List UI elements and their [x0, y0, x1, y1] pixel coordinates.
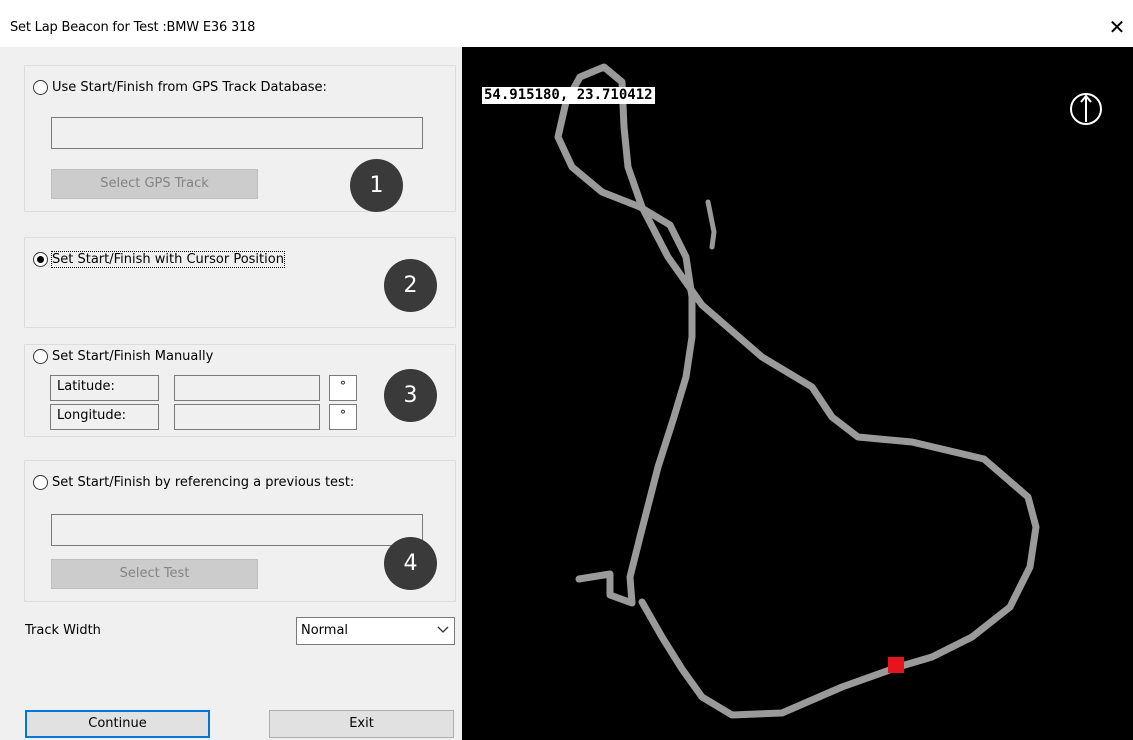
track-width-select[interactable]: Normal	[296, 617, 455, 645]
exit-button[interactable]: Exit	[269, 710, 454, 738]
track-map[interactable]: 54.915180, 23.710412	[462, 47, 1133, 740]
manual-option[interactable]: Set Start/Finish Manually	[33, 349, 213, 364]
longitude-degree-symbol: °	[329, 404, 357, 430]
gps-database-label: Use Start/Finish from GPS Track Database…	[52, 80, 327, 95]
track-map-canvas[interactable]	[462, 47, 1133, 740]
beacon-marker	[888, 657, 904, 673]
manual-label: Set Start/Finish Manually	[52, 349, 214, 364]
track-spur	[705, 199, 717, 250]
latitude-label: Latitude:	[50, 375, 159, 401]
previous-test-radio[interactable]	[33, 475, 48, 490]
track-width-label: Track Width	[25, 623, 101, 638]
chevron-down-icon	[437, 626, 449, 633]
cursor-position-label: Set Start/Finish with Cursor Position	[51, 251, 285, 268]
select-gps-track-button: Select GPS Track	[51, 169, 258, 199]
track-path	[554, 63, 1040, 719]
continue-button[interactable]: Continue	[25, 710, 210, 738]
close-icon[interactable]: ✕	[1105, 15, 1129, 39]
track-width-value: Normal	[301, 623, 349, 638]
gps-database-radio[interactable]	[33, 80, 48, 95]
previous-test-option[interactable]: Set Start/Finish by referencing a previo…	[33, 475, 354, 490]
previous-test-field	[51, 514, 423, 546]
title-bar: Set Lap Beacon for Test :BMW E36 318 ✕	[0, 0, 1133, 47]
previous-test-label: Set Start/Finish by referencing a previo…	[52, 475, 355, 490]
select-test-button: Select Test	[51, 559, 258, 589]
longitude-input[interactable]	[174, 404, 320, 430]
gps-track-field	[51, 117, 423, 149]
latitude-input[interactable]	[174, 375, 320, 401]
options-panel: Use Start/Finish from GPS Track Database…	[0, 47, 462, 740]
step-1-badge: 1	[350, 159, 403, 212]
cursor-position-radio[interactable]	[33, 252, 48, 267]
window-title: Set Lap Beacon for Test :BMW E36 318	[10, 20, 256, 35]
cursor-position-option[interactable]: Set Start/Finish with Cursor Position	[33, 251, 285, 268]
step-3-badge: 3	[384, 369, 437, 422]
step-2-badge: 2	[384, 259, 437, 312]
longitude-label: Longitude:	[50, 404, 159, 430]
latitude-degree-symbol: °	[329, 375, 357, 401]
step-4-badge: 4	[384, 537, 437, 590]
north-arrow-icon	[1070, 93, 1102, 125]
cursor-coordinates: 54.915180, 23.710412	[482, 87, 655, 104]
manual-radio[interactable]	[33, 349, 48, 364]
gps-database-option[interactable]: Use Start/Finish from GPS Track Database…	[33, 80, 327, 95]
